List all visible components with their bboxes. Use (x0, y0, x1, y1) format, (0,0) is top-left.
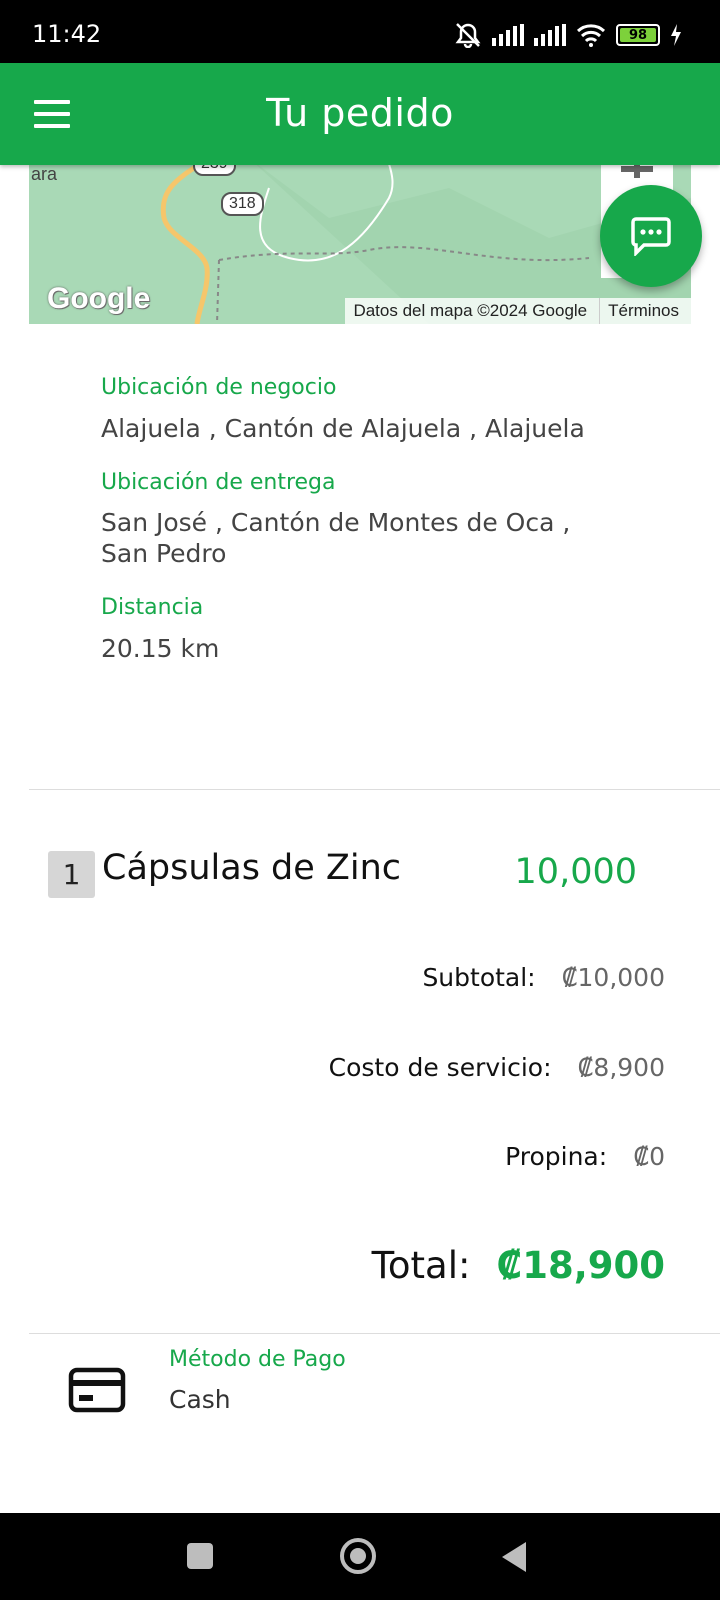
payment-method-label: Método de Pago (169, 1347, 346, 1372)
charging-bolt-icon (671, 24, 681, 46)
delivery-location-value-line2: San Pedro (101, 539, 227, 568)
service-fee-label: Costo de servicio: (328, 1053, 552, 1082)
service-fee-value: ₡8,900 (577, 1053, 665, 1082)
subtotal-value: ₡10,000 (561, 963, 665, 992)
route-map[interactable]: ara 239 318 Google Datos del mapa ©2024 … (29, 158, 691, 324)
silent-bell-icon (455, 23, 481, 48)
google-logo: Google (47, 282, 151, 315)
app-bar: Tu pedido (0, 63, 720, 165)
map-terms-link[interactable]: Términos (600, 301, 691, 321)
delivery-location-value-line1: San José , Cantón de Montes de Oca , (101, 508, 571, 537)
page-title: Tu pedido (266, 91, 454, 135)
item-quantity: 1 (48, 851, 95, 898)
distance-value: 20.15 km (101, 634, 220, 663)
chat-icon (631, 217, 671, 256)
system-nav-bar (0, 1513, 720, 1600)
total-value: ₡18,900 (496, 1244, 665, 1287)
recents-button[interactable] (187, 1543, 213, 1569)
divider (29, 789, 720, 790)
item-price: 10,000 (514, 852, 637, 892)
wifi-icon (576, 24, 606, 47)
divider (29, 1333, 720, 1334)
business-location-label: Ubicación de negocio (101, 375, 337, 400)
total-row: Total: ₡18,900 (372, 1244, 665, 1287)
total-label: Total: (371, 1244, 471, 1287)
signal-1-icon (492, 24, 524, 46)
payment-method-value[interactable]: Cash (169, 1385, 231, 1414)
subtotal-row: Subtotal: ₡10,000 (422, 963, 665, 992)
delivery-location-label: Ubicación de entrega (101, 470, 336, 495)
tip-label: Propina: (505, 1142, 608, 1171)
back-button[interactable] (502, 1542, 526, 1572)
battery-level: 98 (628, 27, 648, 43)
home-button[interactable] (340, 1538, 376, 1574)
route-shield-318: 318 (221, 192, 264, 216)
status-time: 11:42 (32, 20, 102, 48)
service-fee-row: Costo de servicio: ₡8,900 (329, 1053, 665, 1082)
status-bar: 11:42 98 (0, 0, 720, 63)
map-place-label: ara (31, 164, 58, 184)
chat-button[interactable] (600, 185, 702, 287)
credit-card-icon (68, 1367, 126, 1413)
status-icons: 98 (454, 20, 682, 50)
tip-value: ₡0 (633, 1142, 665, 1171)
tip-row: Propina: ₡0 (505, 1142, 665, 1171)
business-location-value: Alajuela , Cantón de Alajuela , Alajuela (101, 414, 585, 443)
subtotal-label: Subtotal: (422, 963, 536, 992)
battery-icon: 98 (616, 24, 660, 46)
signal-2-icon (534, 24, 566, 46)
distance-label: Distancia (101, 595, 204, 620)
item-name: Cápsulas de Zinc (102, 848, 402, 888)
map-data-credit: Datos del mapa ©2024 Google (353, 301, 588, 320)
map-credit: Datos del mapa ©2024 Google Términos (345, 298, 691, 324)
